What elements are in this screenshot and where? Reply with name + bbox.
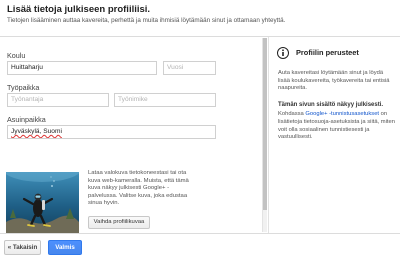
- school-label: Koulu: [7, 51, 26, 60]
- residence-input[interactable]: Jyväskylä, Suomi: [7, 125, 216, 139]
- change-photo-button[interactable]: Vaihda profiilikuvaa: [88, 216, 150, 229]
- job-title-input[interactable]: Työnimike: [114, 93, 216, 107]
- school-input[interactable]: Huittaharju: [7, 61, 157, 75]
- page-title: Lisää tietoja julkiseen profiiliisi.: [7, 4, 151, 15]
- bottom-divider: [0, 233, 400, 234]
- school-year-input[interactable]: Vuosi: [163, 61, 216, 75]
- notice-text-before: Kohdassa: [278, 111, 306, 117]
- privacy-settings-link[interactable]: Google+ -tunnistusasetukset: [305, 111, 379, 117]
- done-button[interactable]: Valmis: [48, 240, 82, 255]
- form-scrollbar[interactable]: [262, 38, 267, 232]
- panel-divider: [268, 37, 269, 233]
- page-subtitle: Tietojen lisääminen auttaa kavereita, pe…: [7, 17, 286, 24]
- public-notice-title: Tämän sivun sisältö näkyy julkisesti.: [278, 102, 384, 108]
- info-panel-title: Profiilin perusteet: [296, 48, 359, 57]
- profile-photo[interactable]: [6, 172, 79, 234]
- residence-label: Asuinpaikka: [7, 115, 46, 124]
- back-button[interactable]: « Takaisin: [4, 240, 41, 255]
- underwater-photo: [6, 172, 79, 234]
- employer-input[interactable]: Työnantaja: [7, 93, 109, 107]
- public-notice-text: Kohdassa Google+ -tunnistusasetukset on …: [278, 111, 396, 142]
- work-label: Työpaikka: [7, 83, 40, 92]
- photo-description: Lataa valokuva tietokoneestasi tai ota k…: [88, 170, 189, 207]
- info-icon: [277, 46, 289, 59]
- scroll-thumb[interactable]: [263, 38, 267, 210]
- info-panel-text: Auta kavereitasi löytämään sinut ja löyd…: [278, 70, 390, 92]
